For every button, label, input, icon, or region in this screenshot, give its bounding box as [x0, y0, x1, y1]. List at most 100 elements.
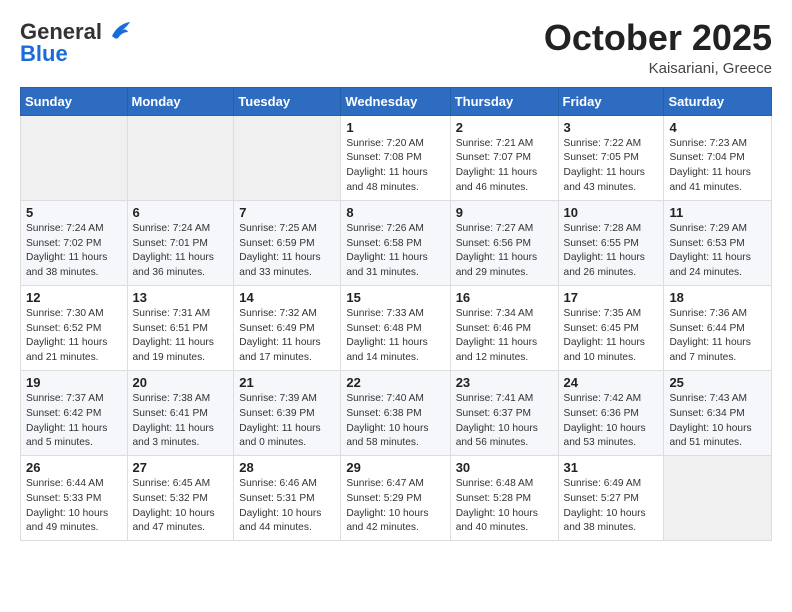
day-number: 21: [239, 375, 335, 390]
table-row: [21, 115, 128, 200]
day-number: 22: [346, 375, 444, 390]
day-number: 27: [133, 460, 229, 475]
day-info: Sunrise: 6:48 AM Sunset: 5:28 PM Dayligh…: [456, 477, 553, 536]
table-row: 2 Sunrise: 7:21 AM Sunset: 7:07 PM Daylig…: [450, 115, 558, 200]
page: General Blue October 2025 Kaisariani, Gr…: [0, 0, 792, 612]
day-number: 7: [239, 205, 335, 220]
table-row: [664, 456, 772, 541]
day-info: Sunrise: 6:45 AM Sunset: 5:32 PM Dayligh…: [133, 477, 229, 536]
day-info: Sunrise: 7:33 AM Sunset: 6:48 PM Dayligh…: [346, 307, 444, 366]
table-row: 25 Sunrise: 7:43 AM Sunset: 6:34 PM Dayli…: [664, 370, 772, 455]
col-friday: Friday: [558, 87, 664, 115]
table-row: 8 Sunrise: 7:26 AM Sunset: 6:58 PM Daylig…: [341, 200, 450, 285]
day-number: 25: [669, 375, 766, 390]
day-info: Sunrise: 7:30 AM Sunset: 6:52 PM Dayligh…: [26, 307, 122, 366]
day-info: Sunrise: 7:36 AM Sunset: 6:44 PM Dayligh…: [669, 307, 766, 366]
day-number: 26: [26, 460, 122, 475]
day-number: 20: [133, 375, 229, 390]
table-row: 1 Sunrise: 7:20 AM Sunset: 7:08 PM Daylig…: [341, 115, 450, 200]
day-info: Sunrise: 7:26 AM Sunset: 6:58 PM Dayligh…: [346, 222, 444, 281]
table-row: 12 Sunrise: 7:30 AM Sunset: 6:52 PM Dayli…: [21, 285, 128, 370]
day-info: Sunrise: 7:32 AM Sunset: 6:49 PM Dayligh…: [239, 307, 335, 366]
day-info: Sunrise: 7:28 AM Sunset: 6:55 PM Dayligh…: [564, 222, 659, 281]
day-number: 19: [26, 375, 122, 390]
day-info: Sunrise: 6:46 AM Sunset: 5:31 PM Dayligh…: [239, 477, 335, 536]
day-number: 15: [346, 290, 444, 305]
day-info: Sunrise: 7:40 AM Sunset: 6:38 PM Dayligh…: [346, 392, 444, 451]
table-row: 9 Sunrise: 7:27 AM Sunset: 6:56 PM Daylig…: [450, 200, 558, 285]
col-wednesday: Wednesday: [341, 87, 450, 115]
table-row: 5Sunrise: 7:24 AM Sunset: 7:02 PM Daylig…: [21, 200, 128, 285]
day-info: Sunrise: 7:35 AM Sunset: 6:45 PM Dayligh…: [564, 307, 659, 366]
table-row: 29Sunrise: 6:47 AM Sunset: 5:29 PM Dayli…: [341, 456, 450, 541]
calendar-row: 1 Sunrise: 7:20 AM Sunset: 7:08 PM Daylig…: [21, 115, 772, 200]
month-title: October 2025: [544, 18, 772, 58]
col-saturday: Saturday: [664, 87, 772, 115]
table-row: 28 Sunrise: 6:46 AM Sunset: 5:31 PM Dayli…: [234, 456, 341, 541]
day-number: 1: [346, 120, 444, 135]
day-info: Sunrise: 7:22 AM Sunset: 7:05 PM Dayligh…: [564, 137, 659, 196]
day-number: 5: [26, 205, 122, 220]
day-info: Sunrise: 7:25 AM Sunset: 6:59 PM Dayligh…: [239, 222, 335, 281]
day-number: 28: [239, 460, 335, 475]
day-number: 23: [456, 375, 553, 390]
day-info: Sunrise: 7:34 AM Sunset: 6:46 PM Dayligh…: [456, 307, 553, 366]
day-info: Sunrise: 7:31 AM Sunset: 6:51 PM Dayligh…: [133, 307, 229, 366]
calendar-row: 26 Sunrise: 6:44 AM Sunset: 5:33 PM Dayli…: [21, 456, 772, 541]
day-number: 2: [456, 120, 553, 135]
table-row: 31Sunrise: 6:49 AM Sunset: 5:27 PM Dayli…: [558, 456, 664, 541]
table-row: 10 Sunrise: 7:28 AM Sunset: 6:55 PM Dayli…: [558, 200, 664, 285]
table-row: 21 Sunrise: 7:39 AM Sunset: 6:39 PM Dayli…: [234, 370, 341, 455]
day-number: 10: [564, 205, 659, 220]
day-number: 14: [239, 290, 335, 305]
day-info: Sunrise: 7:39 AM Sunset: 6:39 PM Dayligh…: [239, 392, 335, 451]
col-thursday: Thursday: [450, 87, 558, 115]
day-info: Sunrise: 7:24 AM Sunset: 7:01 PM Dayligh…: [133, 222, 229, 281]
day-number: 6: [133, 205, 229, 220]
day-info: Sunrise: 7:43 AM Sunset: 6:34 PM Dayligh…: [669, 392, 766, 451]
table-row: [234, 115, 341, 200]
calendar-header-row: Sunday Monday Tuesday Wednesday Thursday…: [21, 87, 772, 115]
day-number: 17: [564, 290, 659, 305]
day-info: Sunrise: 6:44 AM Sunset: 5:33 PM Dayligh…: [26, 477, 122, 536]
logo-blue: Blue: [20, 42, 68, 66]
table-row: 23 Sunrise: 7:41 AM Sunset: 6:37 PM Dayli…: [450, 370, 558, 455]
calendar-row: 19 Sunrise: 7:37 AM Sunset: 6:42 PM Dayli…: [21, 370, 772, 455]
day-number: 12: [26, 290, 122, 305]
calendar-row: 5Sunrise: 7:24 AM Sunset: 7:02 PM Daylig…: [21, 200, 772, 285]
col-tuesday: Tuesday: [234, 87, 341, 115]
table-row: 14 Sunrise: 7:32 AM Sunset: 6:49 PM Dayli…: [234, 285, 341, 370]
table-row: 15 Sunrise: 7:33 AM Sunset: 6:48 PM Dayli…: [341, 285, 450, 370]
table-row: 11Sunrise: 7:29 AM Sunset: 6:53 PM Dayli…: [664, 200, 772, 285]
table-row: 4Sunrise: 7:23 AM Sunset: 7:04 PM Daylig…: [664, 115, 772, 200]
day-number: 8: [346, 205, 444, 220]
table-row: 16 Sunrise: 7:34 AM Sunset: 6:46 PM Dayli…: [450, 285, 558, 370]
day-info: Sunrise: 7:37 AM Sunset: 6:42 PM Dayligh…: [26, 392, 122, 451]
day-number: 29: [346, 460, 444, 475]
table-row: 18Sunrise: 7:36 AM Sunset: 6:44 PM Dayli…: [664, 285, 772, 370]
location: Kaisariani, Greece: [544, 60, 772, 77]
table-row: 13 Sunrise: 7:31 AM Sunset: 6:51 PM Dayli…: [127, 285, 234, 370]
day-number: 13: [133, 290, 229, 305]
table-row: 20Sunrise: 7:38 AM Sunset: 6:41 PM Dayli…: [127, 370, 234, 455]
day-info: Sunrise: 7:41 AM Sunset: 6:37 PM Dayligh…: [456, 392, 553, 451]
table-row: 22 Sunrise: 7:40 AM Sunset: 6:38 PM Dayli…: [341, 370, 450, 455]
table-row: 19 Sunrise: 7:37 AM Sunset: 6:42 PM Dayli…: [21, 370, 128, 455]
title-block: October 2025 Kaisariani, Greece: [544, 18, 772, 77]
table-row: 30Sunrise: 6:48 AM Sunset: 5:28 PM Dayli…: [450, 456, 558, 541]
day-info: Sunrise: 7:20 AM Sunset: 7:08 PM Dayligh…: [346, 137, 444, 196]
day-number: 9: [456, 205, 553, 220]
day-info: Sunrise: 7:21 AM Sunset: 7:07 PM Dayligh…: [456, 137, 553, 196]
logo: General Blue: [20, 18, 132, 66]
table-row: 27 Sunrise: 6:45 AM Sunset: 5:32 PM Dayli…: [127, 456, 234, 541]
day-number: 4: [669, 120, 766, 135]
table-row: 17 Sunrise: 7:35 AM Sunset: 6:45 PM Dayli…: [558, 285, 664, 370]
col-sunday: Sunday: [21, 87, 128, 115]
day-info: Sunrise: 7:29 AM Sunset: 6:53 PM Dayligh…: [669, 222, 766, 281]
day-info: Sunrise: 6:49 AM Sunset: 5:27 PM Dayligh…: [564, 477, 659, 536]
calendar-table: Sunday Monday Tuesday Wednesday Thursday…: [20, 87, 772, 542]
table-row: 6 Sunrise: 7:24 AM Sunset: 7:01 PM Daylig…: [127, 200, 234, 285]
col-monday: Monday: [127, 87, 234, 115]
day-info: Sunrise: 7:27 AM Sunset: 6:56 PM Dayligh…: [456, 222, 553, 281]
day-number: 16: [456, 290, 553, 305]
